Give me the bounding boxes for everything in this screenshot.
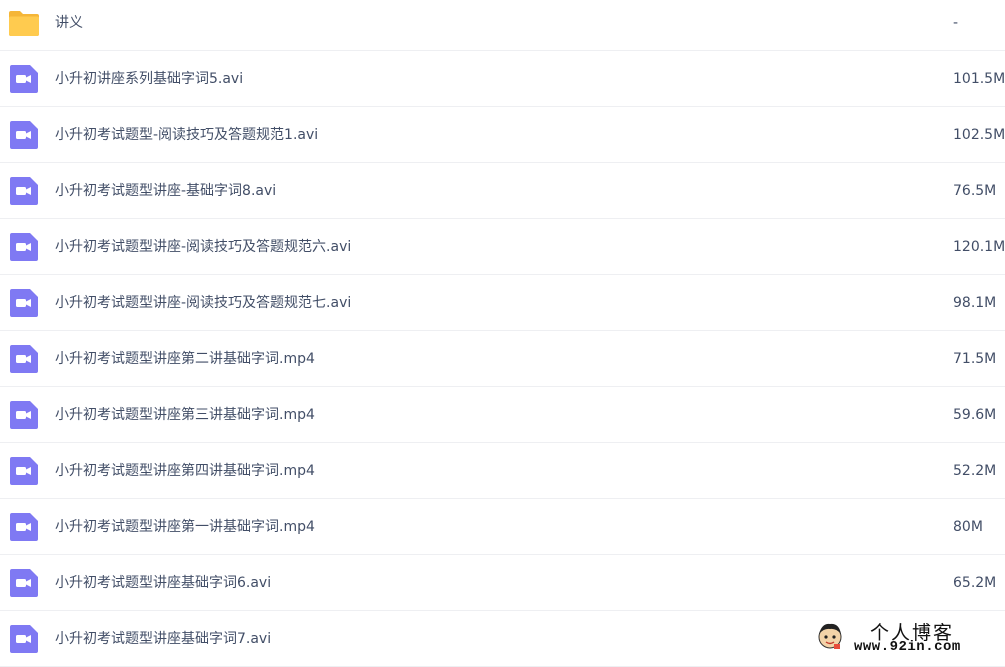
file-name[interactable]: 小升初考试题型讲座第一讲基础字词.mp4 [55, 499, 315, 555]
file-name[interactable]: 小升初考试题型讲座第二讲基础字词.mp4 [55, 331, 315, 387]
file-row[interactable]: 小升初考试题型讲座基础字词6.avi 65.2M [0, 555, 1005, 611]
video-file-icon [8, 121, 40, 149]
file-size: 80M [953, 519, 983, 535]
file-size: 76.5M [953, 183, 997, 199]
file-name[interactable]: 小升初考试题型讲座基础字词6.avi [55, 555, 271, 611]
file-row[interactable]: 小升初考试题型讲座-阅读技巧及答题规范七.avi 98.1M [0, 275, 1005, 331]
video-file-icon [8, 345, 40, 373]
file-row[interactable]: 小升初考试题型-阅读技巧及答题规范1.avi 102.5M [0, 107, 1005, 163]
file-size: 101.5M [953, 71, 1005, 87]
file-size: - [953, 15, 959, 31]
video-file-icon [8, 457, 40, 485]
file-name[interactable]: 讲义 [55, 0, 83, 51]
file-name[interactable]: 小升初考试题型-阅读技巧及答题规范1.avi [55, 107, 318, 163]
file-row[interactable]: 小升初考试题型讲座-阅读技巧及答题规范六.avi 120.1M [0, 219, 1005, 275]
file-row[interactable]: 小升初讲座系列基础字词5.avi 101.5M [0, 51, 1005, 107]
file-name[interactable]: 小升初考试题型讲座第三讲基础字词.mp4 [55, 387, 315, 443]
file-row[interactable]: 小升初考试题型讲座第二讲基础字词.mp4 71.5M [0, 331, 1005, 387]
file-row[interactable]: 小升初考试题型讲座第三讲基础字词.mp4 59.6M [0, 387, 1005, 443]
file-size: 71.5M [953, 351, 997, 367]
file-name[interactable]: 小升初考试题型讲座第四讲基础字词.mp4 [55, 443, 315, 499]
file-name[interactable]: 小升初考试题型讲座-阅读技巧及答题规范七.avi [55, 275, 351, 331]
file-size: 102.5M [953, 127, 1005, 143]
file-row[interactable]: 小升初考试题型讲座第一讲基础字词.mp4 80M [0, 499, 1005, 555]
blog-watermark: 个人博客 www.92in.com [808, 614, 1005, 659]
file-name[interactable]: 小升初考试题型讲座-阅读技巧及答题规范六.avi [55, 219, 351, 275]
video-file-icon [8, 625, 40, 653]
file-name[interactable]: 小升初考试题型讲座-基础字词8.avi [55, 163, 276, 219]
file-size: 98.1M [953, 295, 997, 311]
cartoon-face-icon [816, 622, 844, 650]
folder-row-handouts[interactable]: 讲义 - [0, 0, 1005, 51]
file-size: 59.6M [953, 407, 997, 423]
video-file-icon [8, 569, 40, 597]
file-size: 52.2M [953, 463, 997, 479]
video-file-icon [8, 177, 40, 205]
video-file-icon [8, 233, 40, 261]
video-file-icon [8, 513, 40, 541]
file-size: 65.2M [953, 575, 997, 591]
folder-icon [8, 9, 40, 37]
file-name[interactable]: 小升初讲座系列基础字词5.avi [55, 51, 243, 107]
video-file-icon [8, 401, 40, 429]
file-size: 120.1M [953, 239, 1005, 255]
video-file-icon [8, 65, 40, 93]
watermark-url: www.92in.com [854, 639, 961, 655]
file-row[interactable]: 小升初考试题型讲座第四讲基础字词.mp4 52.2M [0, 443, 1005, 499]
file-list: 讲义 - 小升初讲座系列基础字词5.avi 101.5M 小升初考试题型-阅读技… [0, 0, 1005, 667]
video-file-icon [8, 289, 40, 317]
file-row[interactable]: 小升初考试题型讲座-基础字词8.avi 76.5M [0, 163, 1005, 219]
